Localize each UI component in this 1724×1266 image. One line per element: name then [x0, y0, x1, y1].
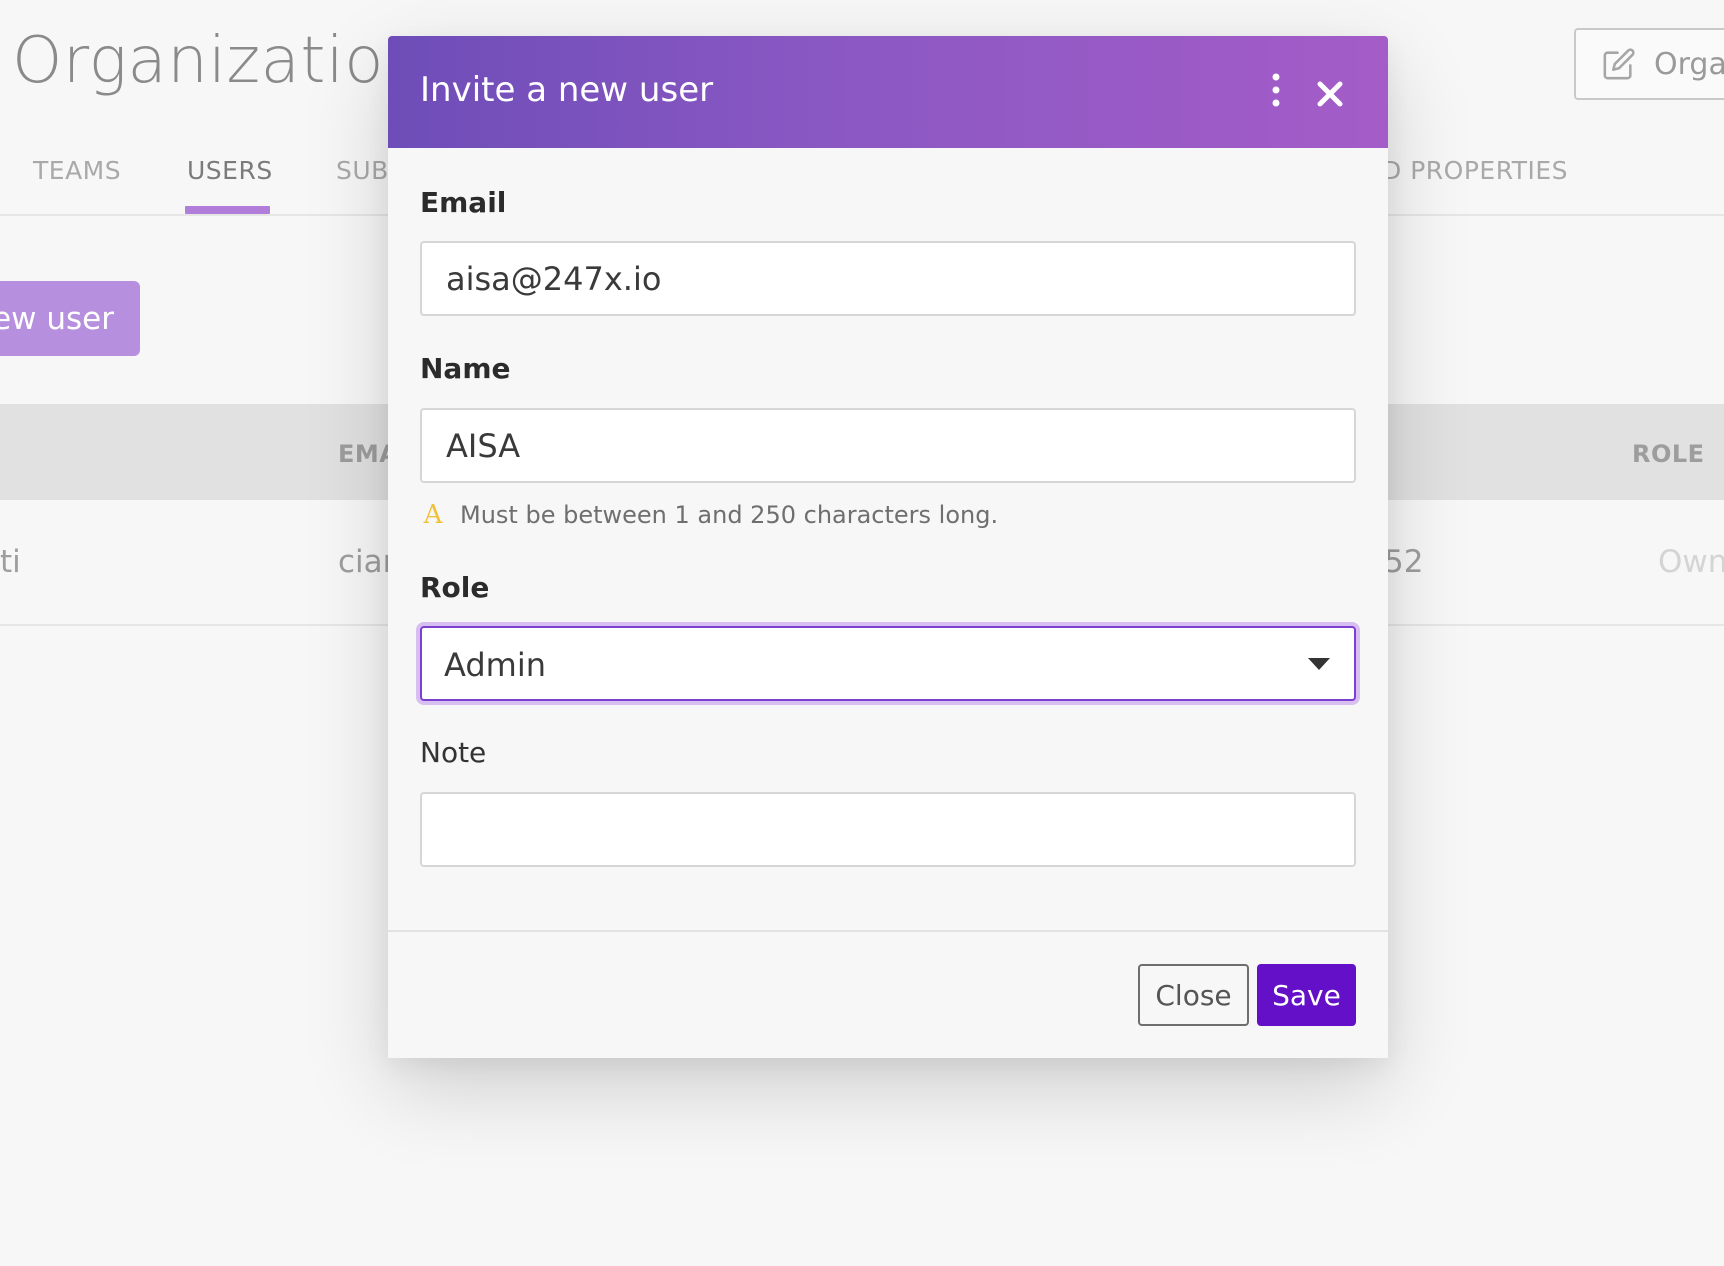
vertical-ellipsis-icon[interactable]	[1268, 72, 1284, 108]
close-icon[interactable]	[1316, 80, 1344, 108]
invite-user-modal: Invite a new user Email Name A Must be b…	[388, 36, 1388, 1058]
save-button[interactable]: Save	[1257, 964, 1356, 1026]
name-validation-text: Must be between 1 and 250 characters lon…	[460, 501, 999, 529]
tab-properties[interactable]: D PROPERTIES	[1382, 156, 1568, 185]
tab-teams[interactable]: TEAMS	[33, 156, 121, 185]
email-label: Email	[420, 186, 507, 219]
column-header-role[interactable]: ROLE	[1632, 440, 1705, 468]
row-id: 52	[1384, 544, 1424, 580]
role-label: Role	[420, 571, 490, 604]
row-role: Own	[1658, 544, 1724, 580]
edit-organization-button[interactable]: Orga	[1574, 28, 1724, 100]
modal-header: Invite a new user	[388, 36, 1388, 148]
page-title: Organization	[12, 24, 425, 98]
note-label: Note	[420, 736, 487, 769]
close-button[interactable]: Close	[1138, 964, 1249, 1026]
name-label: Name	[420, 352, 511, 385]
invite-user-button[interactable]: ew user	[0, 281, 140, 356]
role-selected-value: Admin	[444, 646, 546, 684]
warning-icon: A	[423, 500, 443, 530]
tab-users[interactable]: USERS	[187, 156, 273, 185]
name-validation-message: A Must be between 1 and 250 characters l…	[420, 500, 999, 530]
edit-organization-label: Orga	[1654, 46, 1724, 82]
modal-footer-divider	[388, 930, 1388, 932]
row-name: ti	[0, 544, 21, 580]
role-select[interactable]: Admin	[420, 626, 1356, 701]
role-select-focus-ring: Admin	[416, 622, 1360, 705]
name-field[interactable]	[420, 408, 1356, 483]
email-field[interactable]	[420, 241, 1356, 316]
active-tab-indicator	[185, 206, 270, 214]
note-field[interactable]	[420, 792, 1356, 867]
pencil-square-icon	[1603, 48, 1635, 80]
modal-title: Invite a new user	[420, 70, 714, 110]
tab-subscriptions[interactable]: SUB	[336, 156, 389, 185]
caret-down-icon	[1308, 658, 1330, 670]
